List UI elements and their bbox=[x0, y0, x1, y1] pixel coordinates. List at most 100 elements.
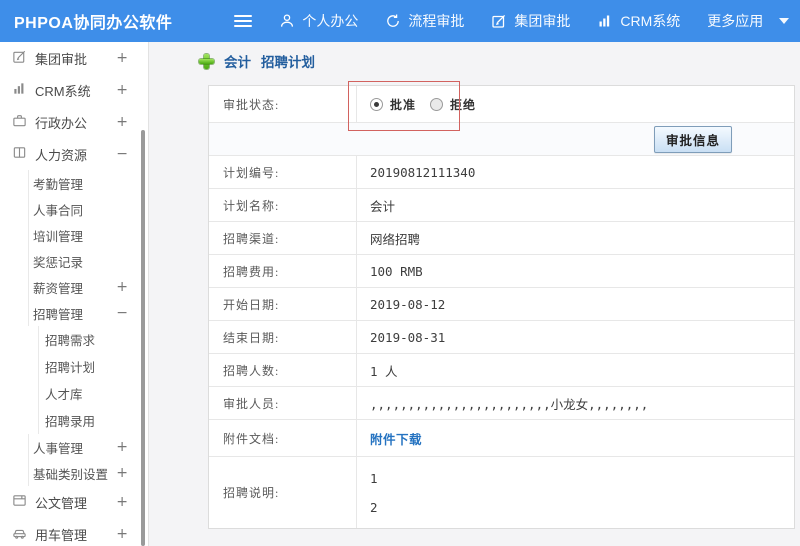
nav-more-apps[interactable]: 更多应用 bbox=[707, 11, 790, 31]
nav-label: 更多应用 bbox=[707, 13, 764, 29]
approval-info-button[interactable]: 审批信息 bbox=[653, 125, 732, 153]
menu-label: 招聘需求 bbox=[45, 334, 96, 348]
field-value: 1 2 bbox=[357, 457, 794, 528]
book-icon bbox=[12, 145, 27, 163]
recruit-plan-detail-table: 审批状态: 批准 拒绝 审批信息 计划编号: 20190812111340 计划… bbox=[208, 85, 795, 529]
field-label: 审批人员: bbox=[209, 387, 357, 419]
sidebar-item-rewards[interactable]: 奖惩记录 bbox=[28, 248, 148, 274]
breadcrumb-plan-name: 会计 bbox=[224, 55, 251, 70]
sidebar-item-document-mgmt[interactable]: 公文管理 + bbox=[0, 486, 148, 518]
menu-label: 招聘管理 bbox=[33, 307, 84, 322]
table-row: 计划名称: 会计 bbox=[209, 189, 794, 222]
attachment-download-link[interactable]: 附件下载 bbox=[370, 429, 422, 448]
field-value: 20190812111340 bbox=[370, 164, 476, 180]
field-label: 招聘费用: bbox=[209, 255, 357, 287]
radio-reject-label: 拒绝 bbox=[450, 97, 477, 112]
menu-label: 招聘计划 bbox=[45, 361, 96, 375]
menu-label: 基础类别设置 bbox=[33, 467, 109, 482]
hamburger-menu-icon[interactable] bbox=[234, 15, 253, 27]
car-icon bbox=[12, 525, 27, 543]
sidebar-item-vehicle-mgmt[interactable]: 用车管理 + bbox=[0, 518, 148, 546]
attachment-row: 附件文档: 附件下载 bbox=[209, 420, 794, 457]
menu-label: 用车管理 bbox=[35, 527, 88, 543]
table-row: 招聘人数: 1 人 bbox=[209, 354, 794, 387]
approval-action-row: 审批信息 bbox=[209, 123, 794, 156]
sidebar-item-base-category[interactable]: 基础类别设置 + bbox=[28, 460, 148, 486]
menu-label: 人力资源 bbox=[35, 147, 88, 163]
bar-chart-icon bbox=[12, 81, 27, 99]
table-row: 计划编号: 20190812111340 bbox=[209, 156, 794, 189]
sidebar-item-personnel-mgmt[interactable]: 人事管理 + bbox=[28, 434, 148, 460]
expand-icon[interactable]: + bbox=[116, 465, 128, 481]
table-row: 开始日期: 2019-08-12 bbox=[209, 288, 794, 321]
top-navigation-bar: PHPOA协同办公软件 个人办公 流程审批 集团审批 CRM系统 更多应用 bbox=[0, 0, 800, 42]
expand-icon[interactable]: + bbox=[116, 279, 128, 295]
sidebar-item-recruit-plan[interactable]: 招聘计划 bbox=[38, 353, 148, 380]
expand-icon[interactable]: − bbox=[116, 305, 128, 321]
radio-approve[interactable] bbox=[370, 97, 383, 111]
menu-label: 人事管理 bbox=[33, 441, 84, 456]
expand-icon[interactable]: + bbox=[116, 439, 128, 455]
sidebar-scrollbar[interactable] bbox=[141, 130, 145, 546]
nav-personal-office[interactable]: 个人办公 bbox=[279, 11, 358, 31]
field-label: 招聘说明: bbox=[209, 457, 357, 528]
add-plus-icon[interactable] bbox=[199, 53, 214, 69]
field-value: 网络招聘 bbox=[370, 231, 421, 247]
sidebar-item-recruit-mgmt[interactable]: 招聘管理 − bbox=[28, 300, 148, 326]
user-icon bbox=[279, 13, 295, 29]
field-label: 结束日期: bbox=[209, 321, 357, 353]
nav-process-approval[interactable]: 流程审批 bbox=[385, 11, 464, 31]
description-line: 2 bbox=[370, 500, 378, 515]
sidebar-item-attendance[interactable]: 考勤管理 bbox=[28, 170, 148, 196]
radio-reject[interactable] bbox=[430, 97, 444, 111]
field-label: 招聘渠道: bbox=[209, 222, 357, 254]
field-label: 招聘人数: bbox=[209, 354, 357, 386]
edit-square-icon bbox=[12, 49, 27, 67]
menu-label: 人事合同 bbox=[33, 203, 84, 218]
table-row: 招聘费用: 100 RMB bbox=[209, 255, 794, 288]
nav-label: 流程审批 bbox=[408, 13, 465, 29]
menu-label: 集团审批 bbox=[35, 51, 88, 67]
document-icon bbox=[12, 493, 27, 511]
field-value: ,,,,,,,,,,,,,,,,,,,,,,,,小龙女,,,,,,,, bbox=[370, 396, 649, 412]
expand-icon[interactable]: − bbox=[116, 146, 128, 162]
nav-group-approval[interactable]: 集团审批 bbox=[491, 11, 570, 31]
menu-label: CRM系统 bbox=[35, 83, 91, 99]
field-label: 审批状态: bbox=[209, 86, 357, 122]
sidebar-item-talent-pool[interactable]: 人才库 bbox=[38, 380, 148, 407]
description-row: 招聘说明: 1 2 bbox=[209, 457, 794, 528]
sidebar-menu: 集团审批 + CRM系统 + 行政办公 + 人力资源 − 考勤管理 人事合同 培… bbox=[0, 42, 149, 546]
radio-approve-label: 批准 bbox=[390, 97, 417, 112]
sidebar-item-recruit-demand[interactable]: 招聘需求 bbox=[38, 326, 148, 353]
caret-down-icon bbox=[779, 18, 790, 24]
nav-crm-system[interactable]: CRM系统 bbox=[597, 11, 680, 31]
expand-icon[interactable]: + bbox=[116, 494, 128, 510]
menu-label: 公文管理 bbox=[35, 495, 88, 511]
menu-label: 考勤管理 bbox=[33, 177, 84, 192]
bar-chart-icon bbox=[597, 13, 613, 29]
sidebar-item-admin-office[interactable]: 行政办公 + bbox=[0, 106, 148, 138]
sidebar-item-salary[interactable]: 薪资管理 + bbox=[28, 274, 148, 300]
history-icon bbox=[385, 13, 401, 29]
table-row: 结束日期: 2019-08-31 bbox=[209, 321, 794, 354]
menu-label: 奖惩记录 bbox=[33, 255, 84, 270]
sidebar-item-training[interactable]: 培训管理 bbox=[28, 222, 148, 248]
approval-status-row: 审批状态: 批准 拒绝 bbox=[209, 86, 794, 123]
field-label: 计划名称: bbox=[209, 189, 357, 221]
menu-label: 招聘录用 bbox=[45, 415, 96, 429]
expand-icon[interactable]: + bbox=[116, 526, 128, 542]
expand-icon[interactable]: + bbox=[116, 82, 128, 98]
expand-icon[interactable]: + bbox=[116, 114, 128, 130]
field-value: 2019-08-31 bbox=[370, 329, 446, 345]
sidebar-item-hr-contract[interactable]: 人事合同 bbox=[28, 196, 148, 222]
briefcase-icon bbox=[12, 113, 27, 131]
expand-icon[interactable]: + bbox=[116, 50, 128, 66]
description-line: 1 bbox=[370, 471, 378, 486]
sidebar-item-recruit-hire[interactable]: 招聘录用 bbox=[38, 407, 148, 434]
sidebar-item-group-approval[interactable]: 集团审批 + bbox=[0, 42, 148, 74]
sidebar-item-crm[interactable]: CRM系统 + bbox=[0, 74, 148, 106]
menu-label: 培训管理 bbox=[33, 229, 84, 244]
field-value: 100 RMB bbox=[370, 263, 423, 279]
sidebar-item-hr[interactable]: 人力资源 − bbox=[0, 138, 148, 170]
field-label: 开始日期: bbox=[209, 288, 357, 320]
